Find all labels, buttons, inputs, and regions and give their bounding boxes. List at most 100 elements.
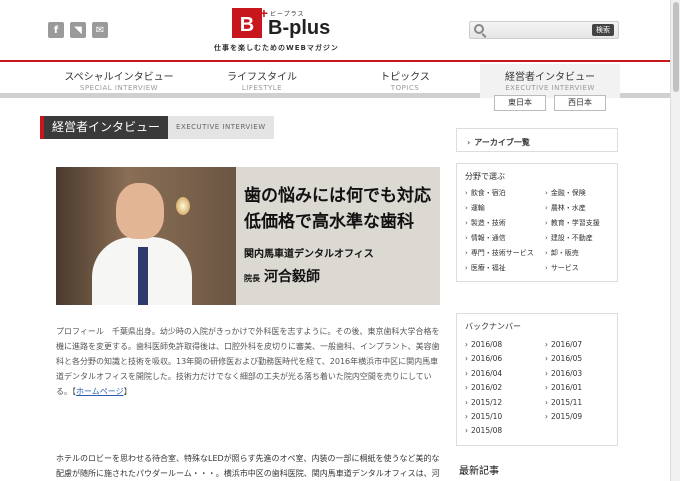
category-label: 建設・不動産 xyxy=(550,234,593,242)
person-name: 院長 河合毅師 xyxy=(244,266,431,286)
category-label: 卸・販売 xyxy=(550,249,579,257)
scrollbar[interactable] xyxy=(670,0,680,481)
archive-link[interactable]: › アーカイブ一覧 xyxy=(457,129,617,156)
category-label: 教育・学習支援 xyxy=(550,219,600,227)
portrait-head xyxy=(116,183,164,239)
nav-label: 経営者インタビュー xyxy=(505,72,595,83)
chevron-right-icon: › xyxy=(465,412,468,422)
category-item[interactable]: › 教育・学習支援 xyxy=(545,216,625,230)
backnumber-label: 2016/06 xyxy=(471,354,503,364)
homepage-link[interactable]: ホームページ xyxy=(76,387,124,396)
category-item[interactable]: › 専門・技術サービス xyxy=(465,246,545,260)
portrait-tie xyxy=(138,247,148,305)
chevron-right-icon: › xyxy=(545,204,548,212)
tab-east-japan[interactable]: 東日本 xyxy=(494,95,546,111)
chevron-right-icon: › xyxy=(465,397,468,407)
nav-sublabel: SPECIAL INTERVIEW xyxy=(79,84,159,92)
nav-label: ライフスタイル xyxy=(227,72,297,83)
chevron-right-icon: › xyxy=(545,368,548,378)
backnumber-label: 2016/07 xyxy=(551,340,583,349)
category-item[interactable]: › 金融・保険 xyxy=(545,186,625,200)
backnumber-label: 2015/12 xyxy=(471,397,503,407)
backnumber-item[interactable]: › 2015/10 xyxy=(465,410,545,424)
page-title-jp: 経営者インタビュー xyxy=(40,116,169,139)
category-item[interactable]: › 卸・販売 xyxy=(545,246,625,260)
chevron-right-icon: › xyxy=(465,368,468,378)
category-title: 分野で選ぶ xyxy=(465,172,505,181)
backnumber-item[interactable]: › 2015/08 xyxy=(465,424,545,438)
chevron-right-icon: › xyxy=(465,189,468,197)
backnumber-item[interactable]: › 2016/02 xyxy=(465,381,545,395)
scrollbar-thumb[interactable] xyxy=(673,2,679,92)
archive-box[interactable]: › アーカイブ一覧 xyxy=(456,128,618,152)
backnumber-label: 2016/05 xyxy=(551,354,583,364)
backnumber-item[interactable]: › 2016/07 xyxy=(545,338,625,352)
category-item[interactable]: › 飲食・宿泊 xyxy=(465,186,545,200)
backnumber-title: バックナンバー xyxy=(465,322,521,331)
backnumber-item[interactable]: › 2016/06 xyxy=(465,352,545,366)
nav-sublabel: LIFESTYLE xyxy=(241,84,283,92)
person-fullname: 河合毅師 xyxy=(264,269,320,285)
category-label: 医療・福祉 xyxy=(470,264,506,272)
nav-lifestyle[interactable]: ライフスタイル LIFESTYLE xyxy=(212,68,312,92)
chevron-right-icon: › xyxy=(465,219,468,227)
hero-title-line2: 低価格で高水準な歯科 xyxy=(244,212,414,232)
hero-text: 歯の悩みには何でも対応 低価格で高水準な歯科 関内馬車道デンタルオフィス 院長河… xyxy=(244,183,431,286)
rss-icon[interactable]: ◥ xyxy=(70,22,86,38)
profile-text: プロフィール 千葉県出身。幼少時の入院がきっかけで外科医を志すように。その後、東… xyxy=(56,324,442,399)
chevron-right-icon: › xyxy=(465,426,468,436)
chevron-right-icon: › xyxy=(465,340,468,349)
site-header: f ◥ ✉ B + ビープラス B-plus 仕事を楽しむためのWEBマガジン … xyxy=(0,0,680,62)
latest-title: 最新記事 xyxy=(459,466,499,477)
backnumber-item[interactable]: › 2015/09 xyxy=(545,410,625,424)
chevron-right-icon: › xyxy=(465,354,468,364)
backnumber-label: 2015/09 xyxy=(551,412,583,422)
page-title: 経営者インタビュー EXECUTIVE INTERVIEW xyxy=(40,116,274,139)
chevron-right-icon: › xyxy=(545,264,548,272)
category-item[interactable]: › 情報・通信 xyxy=(465,231,545,245)
chevron-right-icon: › xyxy=(545,219,548,227)
backnumber-item[interactable]: › 2015/11 xyxy=(545,396,625,410)
category-item[interactable]: › 農林・水産 xyxy=(545,201,625,215)
nav-label: トピックス xyxy=(380,72,430,83)
category-item[interactable]: › 建設・不動産 xyxy=(545,231,625,245)
nav-topics[interactable]: トピックス TOPICS xyxy=(360,68,450,92)
category-item[interactable]: › 医療・福祉 xyxy=(465,261,545,275)
backnumber-item[interactable]: › 2016/03 xyxy=(545,367,625,381)
facebook-icon[interactable]: f xyxy=(48,22,64,38)
logo-mark: B + xyxy=(232,6,268,38)
portrait-photo xyxy=(56,167,236,305)
hero-title-line1: 歯の悩みには何でも対応 xyxy=(244,186,431,206)
search-input[interactable]: 検索 xyxy=(469,21,619,39)
person-role: 院長 xyxy=(244,273,260,283)
category-item[interactable]: › サービス xyxy=(545,261,625,275)
backnumber-item[interactable]: › 2016/04 xyxy=(465,367,545,381)
nav-special-interview[interactable]: スペシャルインタビュー SPECIAL INTERVIEW xyxy=(64,68,174,92)
mail-icon[interactable]: ✉ xyxy=(92,22,108,38)
category-box: 分野で選ぶ › 飲食・宿泊 › 金融・保険 › 運輸 › 農林・水産 › 製造・技術 › 教育・学習支… xyxy=(456,163,618,282)
chevron-right-icon: › xyxy=(465,264,468,272)
backnumber-item[interactable]: › 2016/01 xyxy=(545,381,625,395)
category-item[interactable]: › 製造・技術 xyxy=(465,216,545,230)
backnumber-item[interactable]: › 2015/12 xyxy=(465,396,545,410)
profile-body: プロフィール 千葉県出身。幼少時の入院がきっかけで外科医を志すように。その後、東… xyxy=(56,327,440,396)
logo-name: B-plus xyxy=(268,16,331,39)
chevron-right-icon: › xyxy=(465,383,468,393)
chevron-right-icon: › xyxy=(465,204,468,212)
category-list: › 飲食・宿泊 › 金融・保険 › 運輸 › 農林・水産 › 製造・技術 › 教育・学習支援 › 情報・通… xyxy=(457,186,617,281)
search-button[interactable]: 検索 xyxy=(592,24,614,36)
backnumber-item[interactable]: › 2016/05 xyxy=(545,352,625,366)
site-logo[interactable]: B + ビープラス B-plus xyxy=(232,6,331,39)
chevron-right-icon: › xyxy=(545,354,548,364)
chevron-right-icon: › xyxy=(545,234,548,242)
category-label: 飲食・宿泊 xyxy=(470,189,506,197)
tab-west-japan[interactable]: 西日本 xyxy=(554,95,606,111)
category-item[interactable]: › 運輸 xyxy=(465,201,545,215)
chevron-right-icon: › xyxy=(467,138,471,147)
lamp-light xyxy=(176,197,190,215)
nav-executive-interview[interactable]: 経営者インタビュー EXECUTIVE INTERVIEW xyxy=(480,64,620,98)
backnumber-item[interactable]: › 2016/08 xyxy=(465,338,545,352)
backnumber-label: 2016/02 xyxy=(471,383,503,393)
category-label: 情報・通信 xyxy=(470,234,506,242)
backnumber-box: バックナンバー › 2016/08 › 2016/07 › 2016/06 › 2016/05… xyxy=(456,313,618,446)
